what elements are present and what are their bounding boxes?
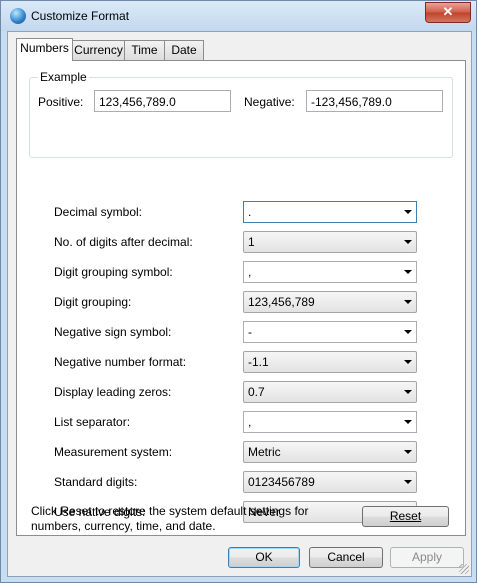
negative-number-format-label: Negative number format:: [54, 355, 187, 369]
customize-format-window: Customize Format ✕ Numbers Currency Time…: [0, 0, 477, 583]
chevron-down-icon[interactable]: [404, 480, 412, 484]
chevron-down-icon[interactable]: [404, 390, 412, 394]
tab-numbers[interactable]: Numbers: [16, 38, 73, 61]
digit-grouping-symbol-value: ,: [248, 265, 252, 279]
no-of-digits-after-decimal-dropdown[interactable]: 1: [243, 231, 417, 253]
chevron-down-icon[interactable]: [404, 270, 412, 274]
digit-grouping-symbol-label: Digit grouping symbol:: [54, 265, 173, 279]
negative-sign-symbol-value: -: [248, 325, 252, 339]
decimal-symbol-label: Decimal symbol:: [54, 205, 143, 219]
measurement-system-dropdown[interactable]: Metric: [243, 441, 417, 463]
chevron-down-icon[interactable]: [404, 210, 412, 214]
cancel-button[interactable]: Cancel: [309, 547, 383, 568]
window-title: Customize Format: [31, 9, 130, 23]
chevron-down-icon[interactable]: [404, 420, 412, 424]
standard-digits-value: 0123456789: [248, 475, 315, 489]
display-leading-zeros-value: 0.7: [248, 385, 265, 399]
negative-sign-symbol-dropdown[interactable]: -: [243, 321, 417, 343]
tab-currency[interactable]: Currency: [72, 40, 125, 60]
standard-digits-label: Standard digits:: [54, 475, 138, 489]
tab-time[interactable]: Time: [124, 40, 165, 60]
digit-grouping-value: 123,456,789: [248, 295, 315, 309]
globe-icon: [10, 8, 26, 24]
example-group: Example Positive: 123,456,789.0 Negative…: [29, 70, 453, 158]
decimal-symbol-value: .: [248, 205, 252, 219]
measurement-system-label: Measurement system:: [54, 445, 173, 459]
reset-button-label: Reset: [389, 509, 422, 523]
chevron-down-icon[interactable]: [404, 360, 412, 364]
title-bar[interactable]: Customize Format ✕: [1, 1, 476, 31]
example-group-title: Example: [38, 70, 89, 84]
ok-button[interactable]: OK: [228, 547, 300, 568]
standard-digits-dropdown[interactable]: 0123456789: [243, 471, 417, 493]
display-leading-zeros-label: Display leading zeros:: [54, 385, 172, 399]
positive-example-value: 123,456,789.0: [94, 90, 231, 112]
reset-button[interactable]: Reset: [362, 506, 449, 527]
apply-button[interactable]: Apply: [390, 547, 464, 568]
negative-number-format-value: -1.1: [248, 355, 269, 369]
no-of-digits-after-decimal-label: No. of digits after decimal:: [54, 235, 193, 249]
negative-number-format-dropdown[interactable]: -1.1: [243, 351, 417, 373]
chevron-down-icon[interactable]: [404, 240, 412, 244]
numbers-tab-panel: Example Positive: 123,456,789.0 Negative…: [16, 60, 466, 536]
chevron-down-icon[interactable]: [404, 330, 412, 334]
no-of-digits-after-decimal-value: 1: [248, 235, 255, 249]
negative-sign-symbol-label: Negative sign symbol:: [54, 325, 172, 339]
list-separator-dropdown[interactable]: ,: [243, 411, 417, 433]
dialog-body: Numbers Currency Time Date Example Posit…: [7, 31, 472, 577]
decimal-symbol-dropdown[interactable]: .: [243, 201, 417, 223]
resize-grip-icon[interactable]: [459, 564, 469, 574]
close-button[interactable]: ✕: [425, 2, 471, 23]
negative-label: Negative:: [244, 95, 295, 109]
digit-grouping-symbol-dropdown[interactable]: ,: [243, 261, 417, 283]
tab-date[interactable]: Date: [164, 40, 204, 60]
list-separator-label: List separator:: [54, 415, 131, 429]
measurement-system-value: Metric: [248, 445, 281, 459]
digit-grouping-dropdown[interactable]: 123,456,789: [243, 291, 417, 313]
positive-label: Positive:: [38, 95, 84, 109]
reset-help-text: Click Reset to restore the system defaul…: [31, 504, 309, 533]
digit-grouping-label: Digit grouping:: [54, 295, 132, 309]
chevron-down-icon[interactable]: [404, 300, 412, 304]
negative-example-value: -123,456,789.0: [306, 90, 443, 112]
chevron-down-icon[interactable]: [404, 450, 412, 454]
list-separator-value: ,: [248, 415, 252, 429]
display-leading-zeros-dropdown[interactable]: 0.7: [243, 381, 417, 403]
